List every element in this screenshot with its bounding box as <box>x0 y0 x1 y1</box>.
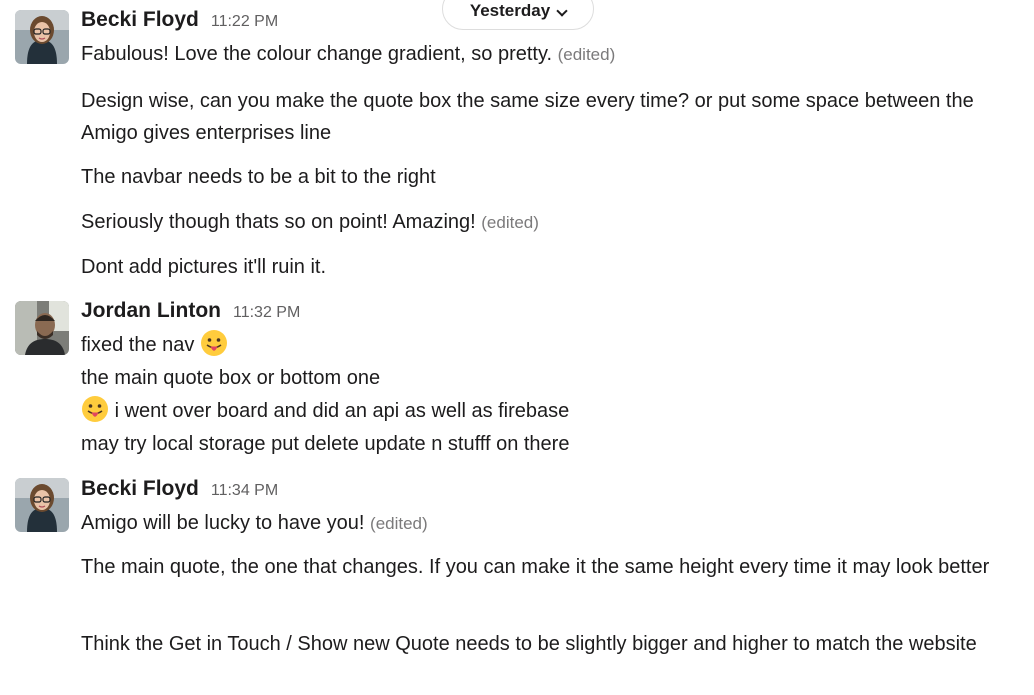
author-name[interactable]: Jordan Linton <box>81 299 221 323</box>
day-divider-button[interactable]: Yesterday <box>442 0 594 30</box>
message-text: Think the Get in Touch / Show new Quote … <box>81 633 977 655</box>
edited-label: (edited) <box>557 45 616 64</box>
message-text: Amigo will be lucky to have you! (edited… <box>81 512 428 534</box>
avatar[interactable] <box>15 10 69 64</box>
edited-label: (edited) <box>370 514 428 533</box>
avatar[interactable] <box>15 301 69 355</box>
avatar[interactable] <box>15 478 69 532</box>
message-text: may try local storage put delete update … <box>81 433 570 455</box>
message-text: i went over board and did an api as well… <box>81 395 1026 427</box>
message-text: the main quote box or bottom one <box>81 367 381 389</box>
timestamp[interactable]: 11:32 PM <box>233 304 300 322</box>
timestamp[interactable]: 11:34 PM <box>211 482 278 500</box>
message-text: The navbar needs to be a bit to the righ… <box>81 166 436 188</box>
tongue-out-emoji-icon <box>82 396 108 422</box>
message-text: The main quote, the one that changes. If… <box>81 556 990 578</box>
timestamp[interactable]: 11:22 PM <box>211 13 278 31</box>
message-text: Fabulous! Love the colour change gradien… <box>81 43 616 65</box>
message-text: Seriously though thats so on point! Amaz… <box>81 211 539 233</box>
day-divider-label: Yesterday <box>469 1 551 20</box>
message-text: Dont add pictures it'll ruin it. <box>81 256 327 278</box>
chevron-down-icon <box>556 5 568 17</box>
author-name[interactable]: Becki Floyd <box>81 8 199 32</box>
message-text: Design wise, can you make the quote box … <box>81 90 974 144</box>
tongue-out-emoji-icon <box>200 330 227 356</box>
message-pane: Becki Floyd 11:22 PM Fabulous! Love the … <box>0 0 1034 695</box>
author-name[interactable]: Becki Floyd <box>81 477 199 501</box>
edited-label: (edited) <box>481 213 539 232</box>
message-text: fixed the nav <box>81 329 1026 361</box>
